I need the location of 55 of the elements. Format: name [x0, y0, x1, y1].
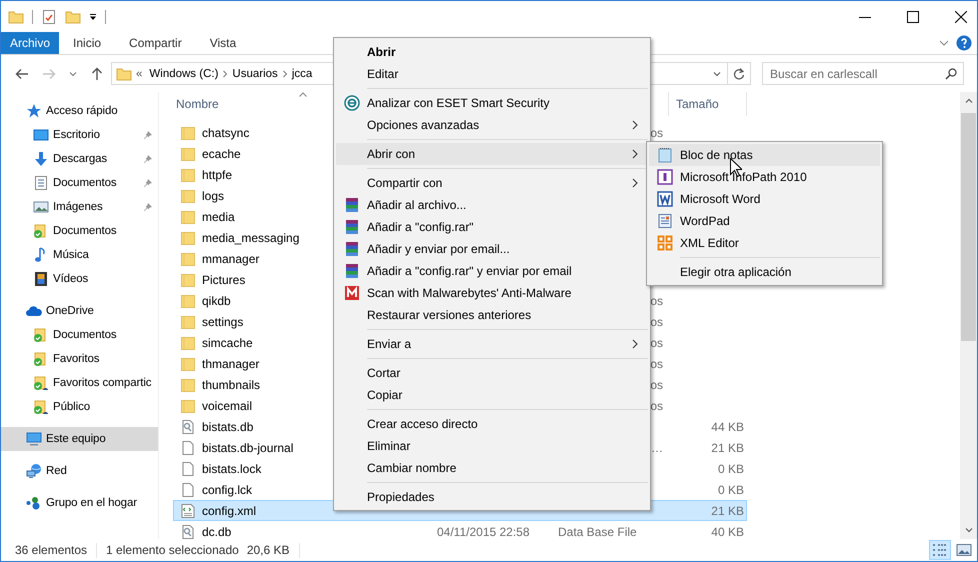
nav-label: Documentos: [53, 329, 117, 341]
nav-label: Música: [53, 249, 89, 261]
nav-label: Favoritos: [53, 353, 100, 365]
file-name: Pictures: [202, 272, 246, 286]
file-name: bistats.db: [202, 420, 254, 434]
file-name: simcache: [202, 336, 253, 350]
type-cell: os: [650, 294, 663, 308]
nav-label: Documentos: [53, 225, 117, 237]
size-cell: 21 KB: [711, 440, 744, 454]
size-cell: 21 KB: [711, 504, 744, 518]
type-cell: os: [650, 378, 663, 392]
nav-label: Favoritos compartic: [53, 377, 152, 389]
nav-label: Documentos: [53, 177, 117, 189]
file-name: thumbnails: [202, 378, 260, 392]
selection-info: 1 elemento seleccionado: [106, 543, 239, 557]
file-name: ecache: [202, 146, 241, 160]
type-cell: os: [650, 126, 663, 140]
date-cell: 04/11/2015 22:58: [437, 524, 530, 538]
nav-label: Red: [46, 465, 67, 477]
type-cell: os: [650, 336, 663, 350]
nav-label: Escritorio: [53, 129, 100, 141]
nav-label: Acceso rápido: [46, 105, 118, 117]
type-cell: Data Base File: [558, 524, 637, 538]
file-name: media_messaging: [202, 230, 300, 244]
file-name: chatsync: [202, 126, 250, 140]
file-name: mmanager: [202, 252, 260, 266]
size-cell: 44 KB: [711, 420, 744, 434]
nav-label: OneDrive: [46, 305, 94, 317]
nav-label: Descargas: [53, 153, 108, 165]
nav-label: Grupo en el hogar: [46, 497, 138, 509]
file-name: bistats.lock: [202, 462, 262, 476]
file-name: qikdb: [202, 294, 231, 308]
selection-size: 20,6 KB: [246, 543, 290, 557]
file-name: settings: [202, 314, 244, 328]
type-cell: os: [650, 356, 663, 370]
file-name: media: [202, 210, 235, 224]
size-cell: 0 KB: [718, 462, 744, 476]
nav-label: Vídeos: [53, 273, 88, 285]
size-cell: 0 KB: [718, 482, 744, 496]
size-cell: 40 KB: [711, 524, 744, 538]
item-count: 36 elementos: [15, 543, 88, 557]
file-name: config.lck: [202, 482, 252, 496]
file-name: thmanager: [202, 356, 260, 370]
file-name: config.xml: [202, 504, 256, 518]
file-name: voicemail: [202, 398, 252, 412]
file-name: bistats.db-journal: [202, 440, 294, 454]
file-name: dc.db: [202, 524, 232, 538]
nav-label: Este equipo: [46, 433, 106, 445]
nav-label: Público: [53, 401, 90, 413]
type-cell: os: [650, 398, 663, 412]
type-cell: os: [650, 314, 663, 328]
type-cell: …: [651, 440, 663, 454]
nav-label: Imágenes: [53, 201, 103, 213]
file-name: logs: [202, 188, 224, 202]
file-name: httpfe: [202, 168, 232, 182]
